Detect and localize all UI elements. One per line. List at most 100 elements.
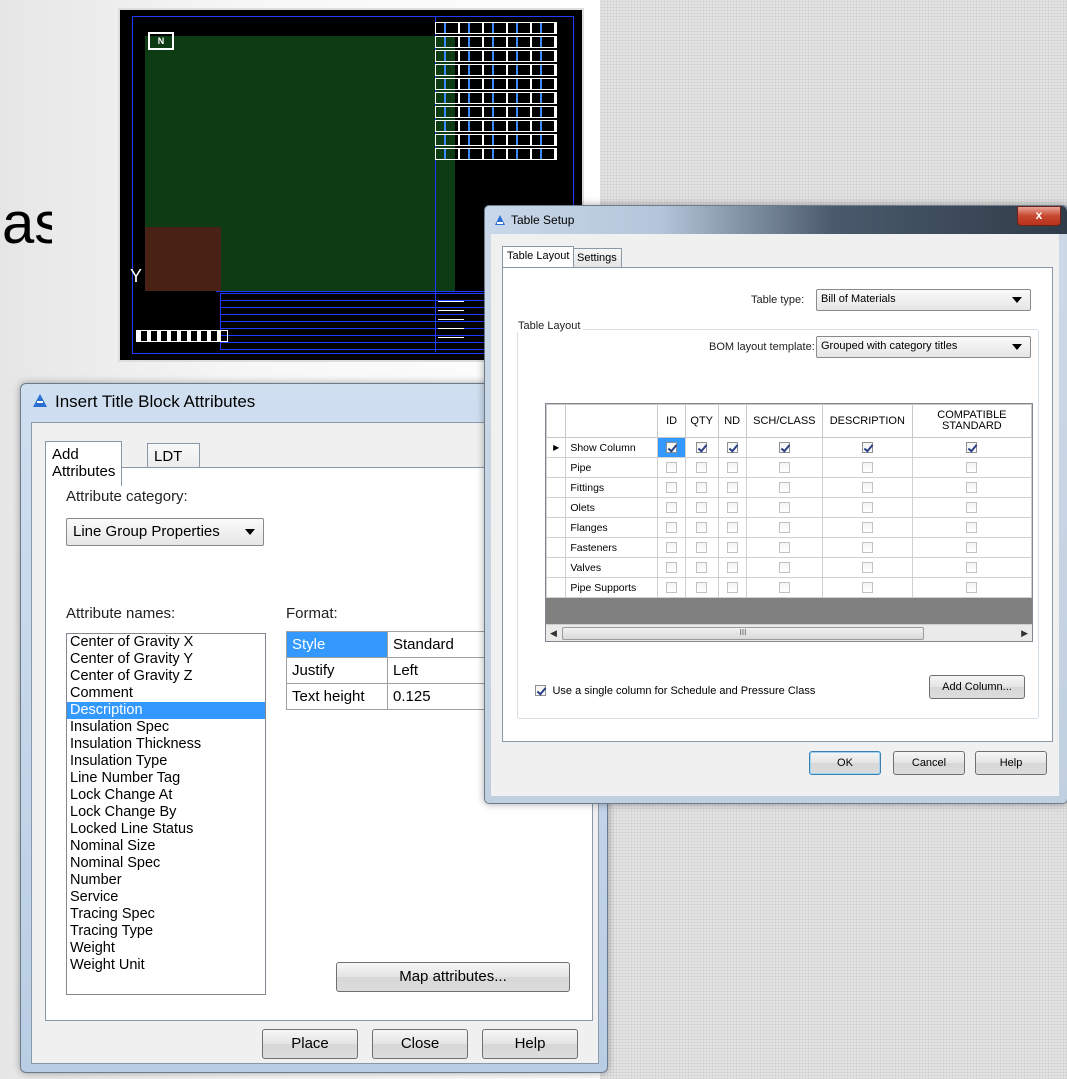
column-visibility-checkbox[interactable] <box>696 502 708 514</box>
column-visibility-checkbox[interactable] <box>696 462 708 474</box>
grid-cell[interactable] <box>911 517 1032 538</box>
column-visibility-checkbox[interactable] <box>696 442 708 454</box>
grid-cell[interactable] <box>684 437 719 458</box>
table-row[interactable]: Valves <box>546 557 1032 578</box>
row-header[interactable] <box>546 477 567 498</box>
column-visibility-checkbox[interactable] <box>861 562 873 574</box>
add-column-button[interactable]: Add Column... <box>929 675 1025 699</box>
row-header[interactable] <box>546 557 567 578</box>
current-row-arrow-icon[interactable]: ▶ <box>546 437 567 458</box>
row-header[interactable] <box>546 517 567 538</box>
grid-cell[interactable] <box>821 557 913 578</box>
column-visibility-checkbox[interactable] <box>666 562 678 574</box>
column-visibility-checkbox[interactable] <box>861 442 873 454</box>
column-visibility-checkbox[interactable] <box>726 582 738 594</box>
tab-settings[interactable]: Settings <box>572 248 622 267</box>
format-key[interactable]: Justify <box>286 657 388 684</box>
table-row[interactable]: Fittings <box>546 477 1032 498</box>
grid-cell[interactable] <box>684 517 719 538</box>
grid-cell[interactable] <box>745 477 823 498</box>
table-type-select[interactable]: Bill of Materials <box>816 289 1031 311</box>
grid-cell[interactable] <box>657 477 686 498</box>
horizontal-scrollbar[interactable]: ◀ III ▶ <box>546 624 1032 641</box>
format-key[interactable]: Style <box>286 631 388 658</box>
column-visibility-checkbox[interactable] <box>726 562 738 574</box>
grid-cell[interactable] <box>745 577 823 598</box>
grid-cell[interactable] <box>717 457 747 478</box>
attribute-list-item[interactable]: Weight <box>67 940 265 957</box>
row-header[interactable] <box>546 457 567 478</box>
close-icon[interactable]: x <box>1017 206 1061 226</box>
column-visibility-checkbox[interactable] <box>778 502 790 514</box>
column-visibility-checkbox[interactable] <box>666 462 678 474</box>
row-header[interactable] <box>546 537 567 558</box>
cancel-button[interactable]: Cancel <box>893 751 965 775</box>
help-button[interactable]: Help <box>482 1029 578 1059</box>
row-header[interactable] <box>546 577 567 598</box>
column-visibility-checkbox[interactable] <box>966 502 978 514</box>
column-visibility-checkbox[interactable] <box>778 562 790 574</box>
grid-cell[interactable] <box>745 517 823 538</box>
grid-cell[interactable] <box>821 477 913 498</box>
place-button[interactable]: Place <box>262 1029 358 1059</box>
grid-cell[interactable] <box>821 457 913 478</box>
grid-cell[interactable] <box>684 457 719 478</box>
attribute-list-item[interactable]: Tracing Spec <box>67 906 265 923</box>
grid-cell[interactable] <box>821 577 913 598</box>
grid-cell[interactable] <box>911 457 1032 478</box>
grid-cell[interactable] <box>684 477 719 498</box>
grid-cell[interactable] <box>684 537 719 558</box>
column-visibility-checkbox[interactable] <box>966 582 978 594</box>
grid-cell[interactable] <box>657 497 686 518</box>
attribute-list-item[interactable]: Center of Gravity Z <box>67 668 265 685</box>
column-visibility-checkbox[interactable] <box>666 482 678 494</box>
column-visibility-checkbox[interactable] <box>666 442 678 454</box>
map-attributes-button[interactable]: Map attributes... <box>336 962 570 992</box>
column-visibility-checkbox[interactable] <box>778 522 790 534</box>
table-row[interactable]: Pipe Supports <box>546 577 1032 598</box>
grid-cell[interactable] <box>657 577 686 598</box>
grid-cell[interactable] <box>745 437 823 458</box>
grid-cell[interactable] <box>657 457 686 478</box>
grid-cell[interactable] <box>911 557 1032 578</box>
single-column-checkbox[interactable] <box>535 685 546 697</box>
column-visibility-checkbox[interactable] <box>666 502 678 514</box>
attribute-list-item[interactable]: Insulation Thickness <box>67 736 265 753</box>
attribute-list-item[interactable]: Center of Gravity Y <box>67 651 265 668</box>
column-visibility-checkbox[interactable] <box>726 542 738 554</box>
column-visibility-checkbox[interactable] <box>966 562 978 574</box>
grid-cell[interactable] <box>745 557 823 578</box>
column-visibility-checkbox[interactable] <box>861 582 873 594</box>
scroll-right-icon[interactable]: ▶ <box>1021 628 1028 639</box>
attribute-list-item[interactable]: Locked Line Status <box>67 821 265 838</box>
grid-cell[interactable] <box>745 537 823 558</box>
column-visibility-checkbox[interactable] <box>696 562 708 574</box>
single-column-option[interactable]: Use a single column for Schedule and Pre… <box>535 682 815 700</box>
column-visibility-checkbox[interactable] <box>726 522 738 534</box>
grid-cell[interactable] <box>821 437 913 458</box>
column-visibility-checkbox[interactable] <box>861 542 873 554</box>
column-visibility-checkbox[interactable] <box>966 442 978 454</box>
grid-cell[interactable] <box>717 477 747 498</box>
grid-cell[interactable] <box>911 577 1032 598</box>
table-row[interactable]: Pipe <box>546 457 1032 478</box>
attribute-list-item[interactable]: Insulation Type <box>67 753 265 770</box>
grid-cell[interactable] <box>684 497 719 518</box>
column-visibility-checkbox[interactable] <box>726 502 738 514</box>
grid-cell[interactable] <box>911 537 1032 558</box>
column-header[interactable]: QTY <box>684 404 719 438</box>
attribute-list-item[interactable]: Description <box>67 702 265 719</box>
format-key[interactable]: Text height <box>286 683 388 710</box>
column-visibility-checkbox[interactable] <box>726 482 738 494</box>
column-header[interactable]: DESCRIPTION <box>821 404 913 438</box>
grid-cell[interactable] <box>657 557 686 578</box>
column-visibility-checkbox[interactable] <box>726 462 738 474</box>
column-visibility-checkbox[interactable] <box>861 482 873 494</box>
column-visibility-checkbox[interactable] <box>966 482 978 494</box>
column-visibility-checkbox[interactable] <box>861 522 873 534</box>
column-header[interactable]: ID <box>657 404 686 438</box>
table-row[interactable]: ▶ Show Column <box>546 437 1032 458</box>
column-visibility-checkbox[interactable] <box>778 582 790 594</box>
grid-cell[interactable] <box>821 517 913 538</box>
table-row[interactable]: Olets <box>546 497 1032 518</box>
